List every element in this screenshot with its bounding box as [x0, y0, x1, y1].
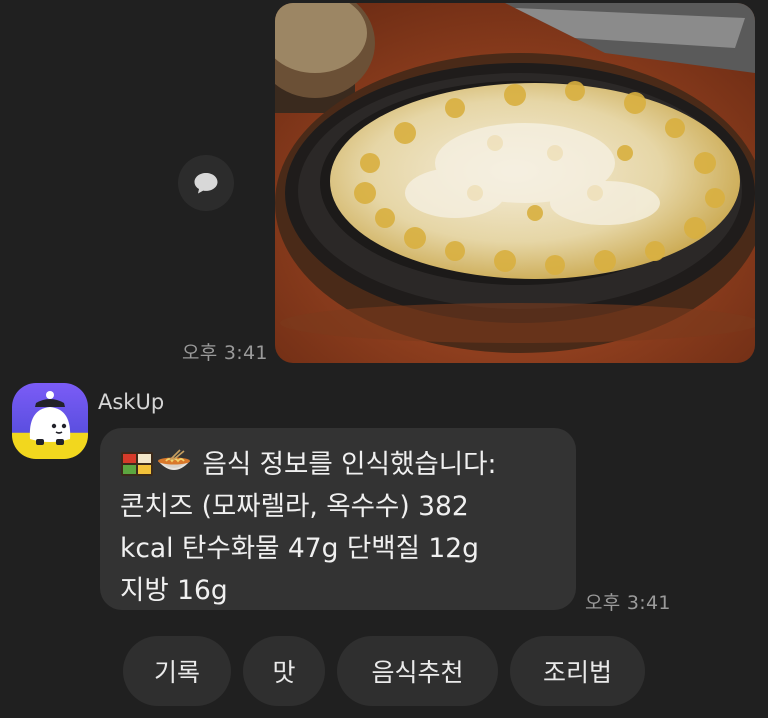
- bot-message-time: 오후 3:41: [585, 592, 671, 614]
- quick-replies: 기록 맛 음식추천 조리법: [0, 636, 768, 706]
- quick-reply-food-recommend[interactable]: 음식추천: [337, 636, 498, 706]
- corn-cheese-image: [275, 3, 755, 363]
- askup-mascot-icon: [12, 383, 88, 459]
- quick-reply-record[interactable]: 기록: [123, 636, 231, 706]
- sent-time: 오후 3:41: [182, 342, 268, 364]
- sender-name: AskUp: [98, 390, 165, 414]
- message-text-1: 음식 정보를 인식했습니다:: [202, 449, 497, 480]
- share-icon: [194, 173, 218, 194]
- message-line-1: 음식 정보를 인식했습니다:: [120, 444, 558, 486]
- share-button[interactable]: [178, 155, 234, 211]
- bento-emoji-icon: [121, 452, 153, 476]
- message-line-4: 지방 16g: [120, 575, 228, 606]
- ramen-emoji-icon: [158, 449, 190, 470]
- message-line-2: 콘치즈 (모짜렐라, 옥수수) 382: [120, 491, 469, 522]
- message-line-3: kcal 탄수화물 47g 단백질 12g: [120, 533, 479, 564]
- quick-reply-recipe[interactable]: 조리법: [510, 636, 645, 706]
- avatar[interactable]: [12, 383, 88, 459]
- quick-reply-taste[interactable]: 맛: [243, 636, 325, 706]
- sent-photo[interactable]: [275, 3, 755, 363]
- bot-message-bubble[interactable]: 음식 정보를 인식했습니다: 콘치즈 (모짜렐라, 옥수수) 382 kcal …: [100, 428, 576, 610]
